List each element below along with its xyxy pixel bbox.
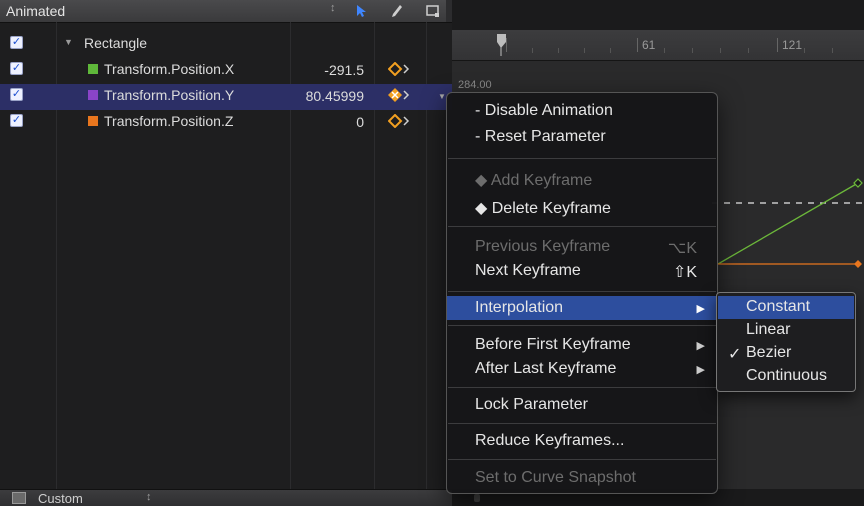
menu-item-previous-keyframe: Previous Keyframe ⌥K — [447, 235, 717, 259]
menu-separator — [448, 459, 716, 460]
arrow-tool-button[interactable] — [350, 1, 372, 21]
menu-item-before-first-keyframe[interactable]: Before First Keyframe ▶ — [447, 333, 717, 357]
parameter-label: Transform.Position.X — [104, 61, 235, 77]
graph-scroll-knob[interactable] — [474, 494, 480, 502]
menu-item-reduce-keyframes[interactable]: Reduce Keyframes... — [447, 429, 717, 453]
menu-item-label: Set to Curve Snapshot — [475, 469, 636, 486]
menu-item-set-to-curve-snapshot: Set to Curve Snapshot — [447, 466, 717, 490]
group-label: Rectangle — [84, 35, 148, 51]
checkmark-icon: ✓ — [728, 346, 742, 363]
parameter-menu-arrow-icon[interactable]: ▼ — [438, 92, 446, 101]
menu-separator — [448, 291, 716, 292]
menu-separator — [448, 387, 716, 388]
menu-item-label: ◆ Delete Keyframe — [475, 200, 611, 217]
parameter-row-position-x[interactable]: ✓ Transform.Position.X -291.5 — [0, 58, 452, 84]
parameter-context-menu: - Disable Animation - Reset Parameter ◆ … — [446, 92, 718, 494]
parameter-list-panel: Animated ↕ ✓ ▼ Rectangle ✓ Transform.Pos… — [0, 0, 452, 506]
parameter-row-position-z[interactable]: ✓ Transform.Position.Z 0 — [0, 110, 452, 136]
interpolation-submenu: Constant Linear ✓ Bezier Continuous — [716, 292, 856, 392]
menu-item-label: Interpolation — [475, 299, 564, 316]
submenu-item-label: Bezier — [746, 344, 792, 361]
menu-separator — [448, 226, 716, 227]
arrow-tool-icon — [357, 5, 366, 17]
keyframe-nav-icon[interactable] — [388, 62, 414, 76]
position-z-keyframe[interactable] — [854, 260, 862, 268]
curve-color-swatch — [88, 116, 98, 126]
menu-item-label: Previous Keyframe — [475, 238, 611, 255]
position-x-keyframe[interactable] — [853, 178, 863, 188]
parameter-value[interactable]: -291.5 — [302, 62, 364, 78]
curve-set-icon — [12, 492, 26, 504]
parameter-list-title: Animated — [6, 3, 66, 19]
menu-item-interpolation[interactable]: Interpolation ▶ — [447, 296, 717, 320]
menu-item-label: Before First Keyframe — [475, 336, 631, 353]
menu-item-lock-parameter[interactable]: Lock Parameter — [447, 393, 717, 417]
parameter-list-header: Animated ↕ — [0, 0, 452, 23]
parameter-row-position-y[interactable]: ✓ Transform.Position.Y 80.45999 ▼ — [0, 84, 452, 110]
menu-item-label: - Reset Parameter — [475, 128, 606, 145]
menu-separator — [448, 325, 716, 326]
menu-item-next-keyframe[interactable]: Next Keyframe ⇧K — [447, 259, 717, 283]
submenu-item-linear[interactable]: Linear — [718, 319, 854, 342]
frame-tool-icon — [426, 5, 439, 17]
menu-item-label: Reduce Keyframes... — [475, 432, 625, 449]
parameter-label: Transform.Position.Y — [104, 87, 235, 103]
enable-checkbox[interactable]: ✓ — [10, 62, 23, 75]
submenu-arrow-icon: ▶ — [696, 340, 705, 352]
submenu-arrow-icon: ▶ — [696, 364, 705, 376]
submenu-item-label: Continuous — [746, 367, 827, 384]
menu-item-label: - Disable Animation — [475, 102, 613, 119]
pen-tool-icon — [392, 5, 402, 17]
menu-item-label: After Last Keyframe — [475, 360, 617, 377]
menu-item-reset-parameter[interactable]: - Reset Parameter — [447, 125, 717, 149]
enable-checkbox[interactable]: ✓ — [10, 114, 23, 127]
menu-item-disable-animation[interactable]: - Disable Animation — [447, 99, 717, 123]
menu-item-delete-keyframe[interactable]: ◆ Delete Keyframe — [447, 195, 717, 219]
disclosure-triangle-icon[interactable]: ▼ — [64, 37, 73, 47]
submenu-item-label: Linear — [746, 321, 791, 338]
parameter-value[interactable]: 80.45999 — [302, 88, 364, 104]
frame-tool-button[interactable] — [422, 1, 444, 21]
curve-set-popup-arrows[interactable]: ↕ — [146, 491, 152, 503]
submenu-item-label: Constant — [746, 298, 811, 315]
menu-item-add-keyframe: ◆ Add Keyframe — [447, 167, 717, 191]
menu-item-shortcut: ⇧K — [672, 264, 697, 281]
enable-checkbox[interactable]: ✓ — [10, 88, 23, 101]
keyframe-nav-icon[interactable] — [388, 114, 414, 128]
submenu-item-bezier[interactable]: ✓ Bezier — [718, 342, 854, 365]
group-row-rectangle[interactable]: ✓ ▼ Rectangle — [0, 32, 452, 58]
menu-item-shortcut: ⌥K — [667, 240, 697, 257]
curve-color-swatch — [88, 90, 98, 100]
menu-separator — [448, 158, 716, 159]
menu-item-label: Lock Parameter — [475, 396, 588, 413]
parameter-list-footer: Custom ↕ — [0, 489, 452, 506]
menu-separator — [448, 423, 716, 424]
parameter-value[interactable]: 0 — [302, 114, 364, 130]
keyframe-nav-icon[interactable] — [388, 88, 414, 102]
position-x-curve — [717, 182, 859, 265]
submenu-item-constant[interactable]: Constant — [718, 296, 854, 319]
title-sort-popup[interactable]: ↕ — [330, 2, 336, 14]
menu-item-label: ◆ Add Keyframe — [475, 172, 593, 189]
submenu-arrow-icon: ▶ — [696, 303, 705, 315]
menu-item-label: Next Keyframe — [475, 262, 581, 279]
curve-set-popup[interactable]: Custom — [38, 491, 83, 506]
submenu-item-continuous[interactable]: Continuous — [718, 365, 854, 388]
pen-tool-button[interactable] — [386, 1, 408, 21]
enable-checkbox[interactable]: ✓ — [10, 36, 23, 49]
menu-item-after-last-keyframe[interactable]: After Last Keyframe ▶ — [447, 357, 717, 381]
curve-color-swatch — [88, 64, 98, 74]
parameter-label: Transform.Position.Z — [104, 113, 234, 129]
